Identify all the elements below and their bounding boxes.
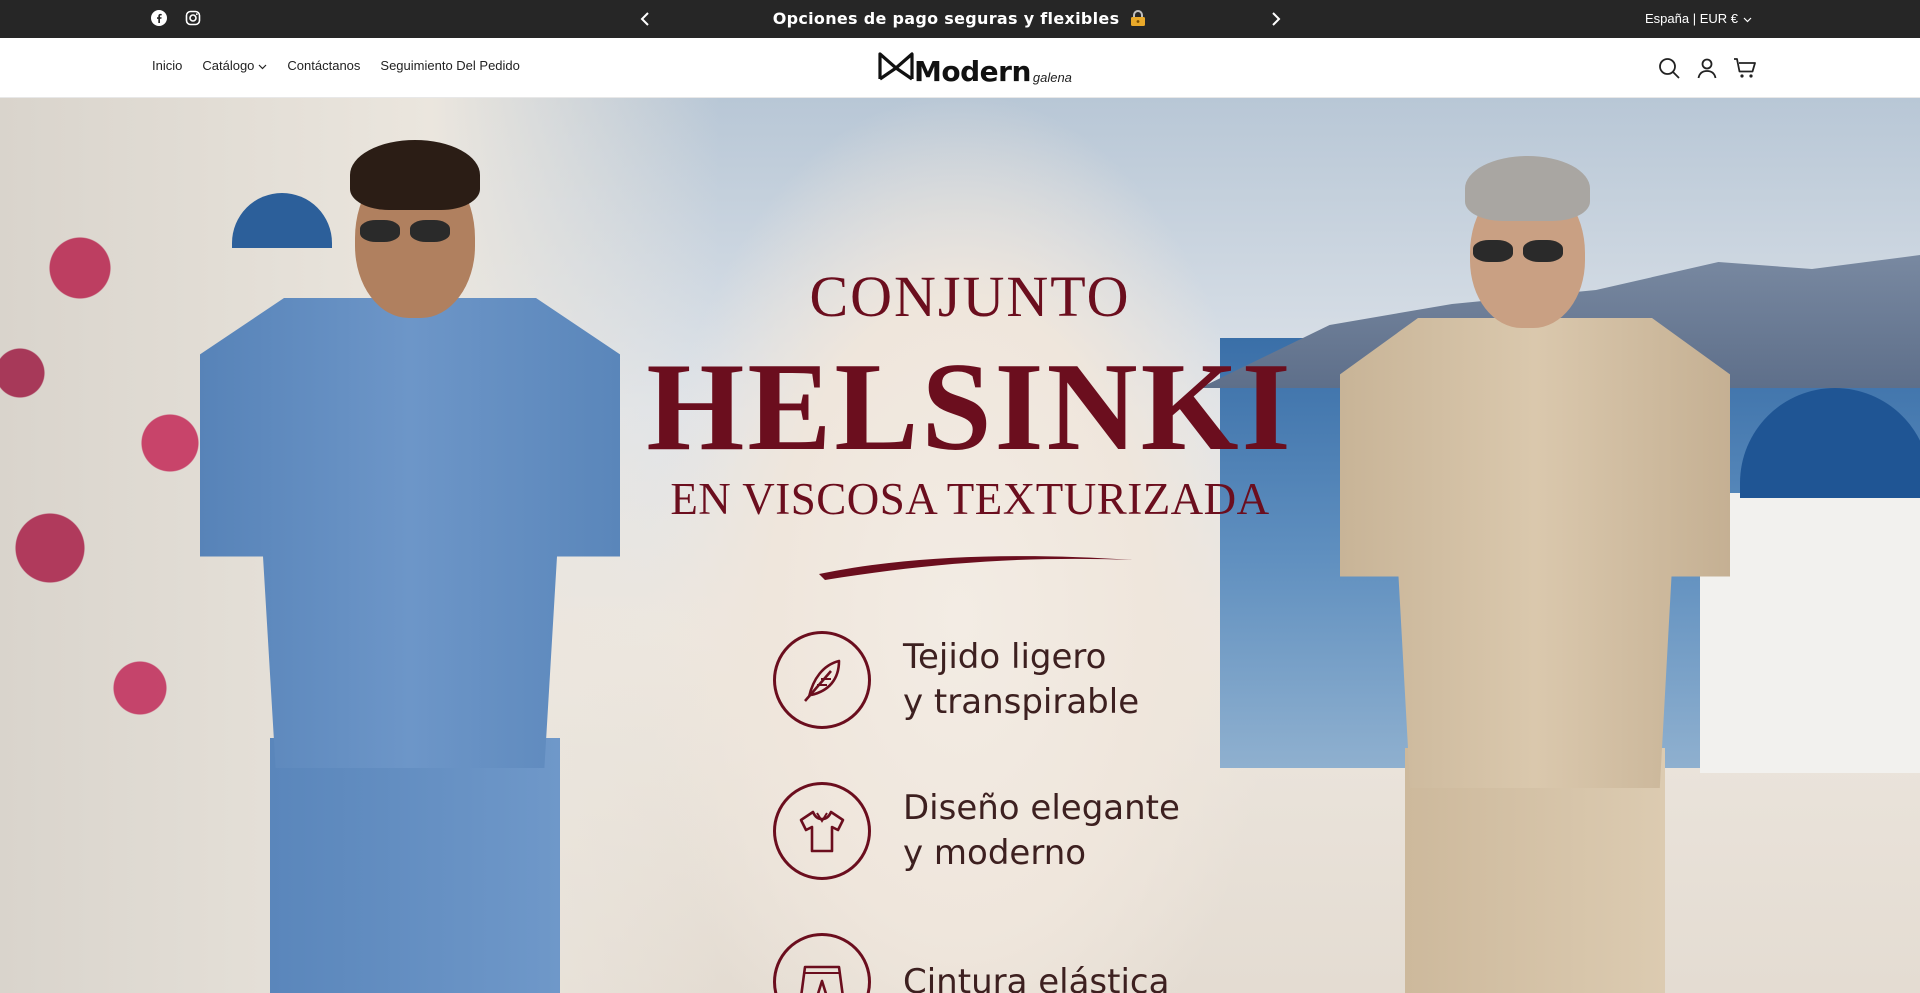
account-icon[interactable] <box>1695 56 1719 80</box>
model-blue-shirt <box>200 298 620 768</box>
logo-mark-icon <box>878 51 914 86</box>
feature-item: Cintura elástica <box>773 933 1169 993</box>
chevron-left-icon[interactable] <box>636 9 656 29</box>
model-beige-hair <box>1465 156 1590 221</box>
announcement-bar: Opciones de pago seguras y flexibles Esp… <box>0 0 1920 38</box>
site-header: Inicio Catálogo Contáctanos Seguimiento … <box>0 38 1920 98</box>
sunglasses-icon <box>1473 240 1563 262</box>
lock-icon <box>1129 10 1147 26</box>
swoosh-divider <box>819 556 1133 580</box>
polo-shirt-icon <box>773 782 871 880</box>
feature-line-2: y moderno <box>903 833 1087 873</box>
facebook-icon[interactable] <box>151 10 167 26</box>
nav-item-seguimiento[interactable]: Seguimiento Del Pedido <box>380 58 519 73</box>
header-icons <box>1657 56 1757 80</box>
logo-word: Modern <box>914 55 1031 88</box>
site-logo[interactable]: Modern galena <box>878 51 1072 86</box>
chevron-down-icon <box>1743 11 1752 26</box>
model-blue-hair <box>350 140 480 210</box>
locale-label: España | EUR € <box>1645 11 1738 26</box>
instagram-icon[interactable] <box>185 10 201 26</box>
nav-item-label: Catálogo <box>202 58 255 73</box>
nav-item-label: Inicio <box>152 58 183 73</box>
feature-line-2: y transpirable <box>903 682 1140 722</box>
nav-item-inicio[interactable]: Inicio <box>152 58 182 73</box>
feature-text: Cintura elástica <box>903 960 1169 993</box>
cart-icon[interactable] <box>1733 56 1757 80</box>
feather-icon <box>773 631 871 729</box>
hero-title: HELSINKI <box>646 338 1294 477</box>
announcement-message: Opciones de pago seguras y flexibles <box>660 9 1260 28</box>
locale-selector[interactable]: España | EUR € <box>1645 11 1752 26</box>
shorts-icon <box>773 933 871 993</box>
feature-text: Tejido ligero y transpirable <box>903 635 1139 725</box>
hero-text-panel: CONJUNTO HELSINKI EN VISCOSA TEXTURIZADA… <box>640 98 1300 993</box>
social-links <box>151 10 201 26</box>
logo-sub: galena <box>1032 70 1072 85</box>
feature-text: Diseño elegante y moderno <box>903 786 1180 876</box>
feature-item: Tejido ligero y transpirable <box>773 631 1139 729</box>
chevron-down-icon <box>258 58 267 73</box>
chevron-right-icon[interactable] <box>1265 9 1285 29</box>
model-blue-outfit <box>180 118 620 993</box>
nav-item-label: Seguimiento Del Pedido <box>380 58 520 73</box>
model-beige-outfit <box>1320 118 1740 993</box>
main-nav: Inicio Catálogo Contáctanos Seguimiento … <box>152 58 520 73</box>
feature-line-1: Tejido ligero <box>903 637 1107 677</box>
search-icon[interactable] <box>1657 56 1681 80</box>
hero-banner[interactable]: CONJUNTO HELSINKI EN VISCOSA TEXTURIZADA… <box>0 98 1920 993</box>
sunglasses-icon <box>360 220 450 242</box>
feature-item: Diseño elegante y moderno <box>773 782 1180 880</box>
nav-item-catalogo[interactable]: Catálogo <box>202 58 267 73</box>
hero-subtitle: EN VISCOSA TEXTURIZADA <box>670 474 1270 524</box>
feature-line-1: Cintura elástica <box>903 961 1170 993</box>
announcement-text: Opciones de pago seguras y flexibles <box>772 9 1120 28</box>
nav-item-contactanos[interactable]: Contáctanos <box>287 58 360 73</box>
model-beige-shirt <box>1340 318 1730 788</box>
hero-line-1: CONJUNTO <box>809 264 1131 329</box>
feature-line-1: Diseño elegante <box>903 788 1180 828</box>
nav-item-label: Contáctanos <box>287 58 361 73</box>
model-blue-pants <box>270 738 560 993</box>
